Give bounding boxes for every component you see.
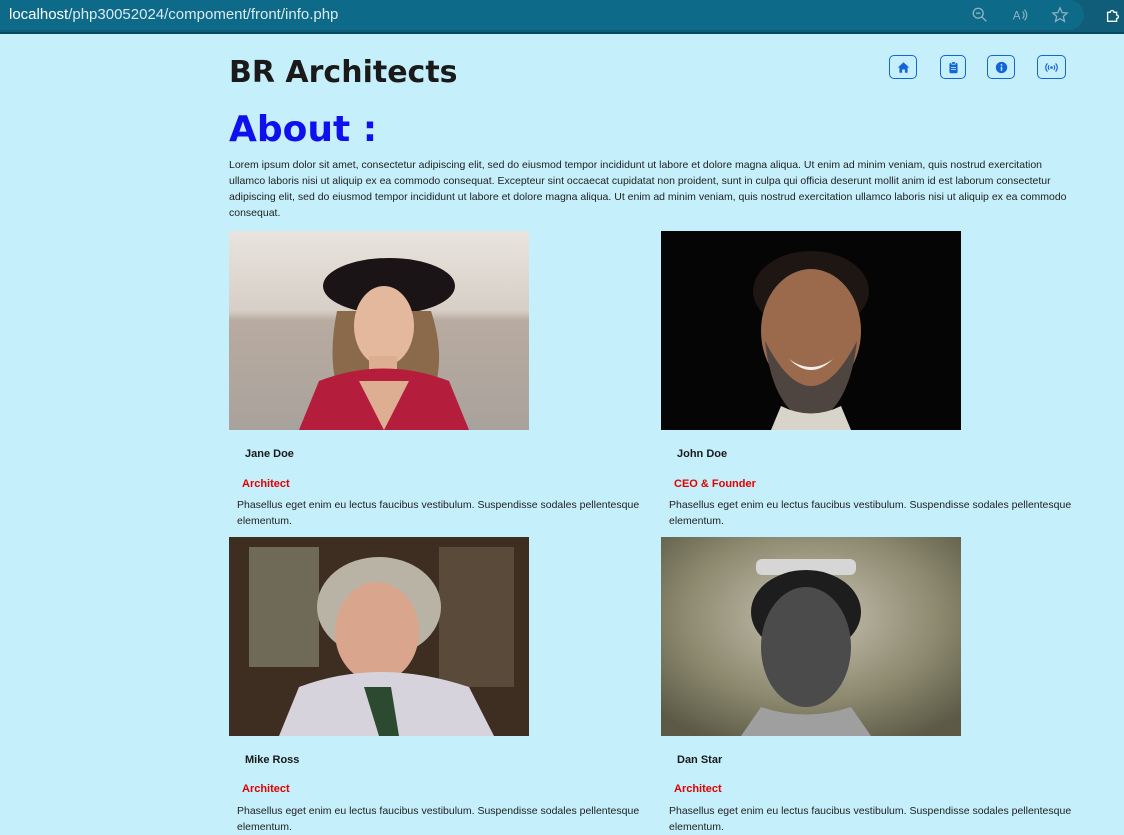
broadcast-button[interactable]	[1037, 55, 1066, 79]
favorite-star-icon[interactable]	[1050, 5, 1070, 25]
team-photo	[229, 537, 529, 736]
team-photo	[229, 231, 529, 430]
about-title: About :	[229, 109, 378, 150]
home-button[interactable]	[889, 55, 917, 79]
url-host: localhost	[9, 6, 69, 23]
url-path: /php30052024/compoment/front/info.php	[68, 6, 339, 23]
member-name: John Doe	[677, 448, 728, 460]
member-description: Phasellus eget enim eu lectus faucibus v…	[669, 805, 1072, 833]
broadcast-icon	[1045, 62, 1058, 72]
member-description: Phasellus eget enim eu lectus faucibus v…	[237, 805, 640, 833]
clipboard-icon	[948, 60, 958, 73]
extensions-icon[interactable]	[1103, 5, 1123, 25]
portrait-image	[229, 537, 529, 736]
info-button[interactable]	[987, 55, 1015, 79]
member-description: Phasellus eget enim eu lectus faucibus v…	[237, 499, 640, 527]
member-name: Mike Ross	[245, 754, 300, 766]
member-name: Dan Star	[677, 754, 723, 766]
team-photo	[661, 231, 961, 430]
address-bar[interactable]: localhost/php30052024/compoment/front/in…	[0, 0, 1084, 30]
member-role: CEO & Founder	[674, 478, 756, 490]
svg-text:A: A	[1013, 10, 1021, 23]
portrait-image	[661, 231, 961, 430]
site-brand[interactable]: BR Architects	[229, 55, 458, 90]
browser-toolbar: localhost/php30052024/compoment/front/in…	[0, 0, 1124, 34]
home-icon	[897, 61, 909, 73]
url-text[interactable]: localhost/php30052024/compoment/front/in…	[9, 6, 338, 23]
zoom-out-icon[interactable]	[970, 5, 990, 25]
info-icon	[995, 61, 1007, 73]
member-description: Phasellus eget enim eu lectus faucibus v…	[669, 499, 1072, 527]
member-name: Jane Doe	[245, 448, 294, 460]
member-role: Architect	[674, 783, 722, 795]
team-photo	[661, 537, 961, 736]
member-role: Architect	[242, 783, 290, 795]
read-aloud-icon[interactable]: A	[1010, 5, 1030, 25]
clipboard-button[interactable]	[940, 55, 966, 79]
portrait-image	[229, 231, 529, 430]
portrait-image	[661, 537, 961, 736]
about-text: Lorem ipsum dolor sit amet, consectetur …	[229, 159, 1067, 219]
member-role: Architect	[242, 478, 290, 490]
